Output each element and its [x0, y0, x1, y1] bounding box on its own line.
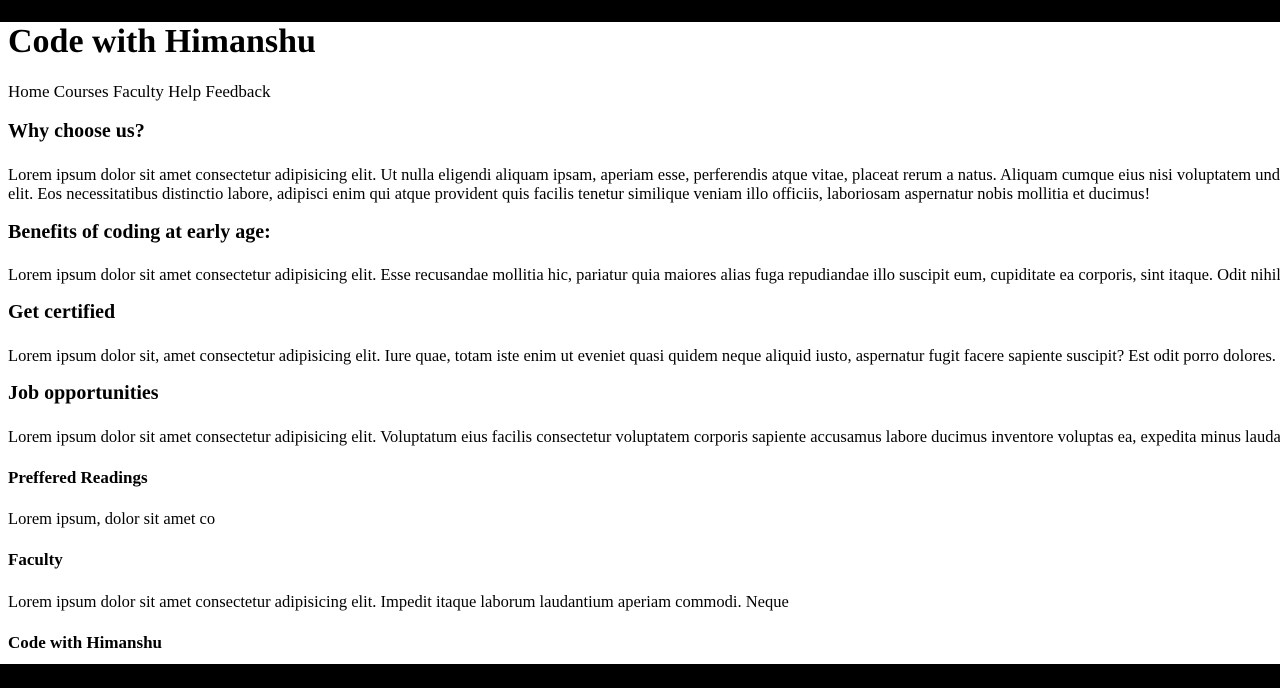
nav-help[interactable]: Help [168, 82, 201, 101]
nav-feedback[interactable]: Feedback [205, 82, 270, 101]
section-text-why-choose-us-line2: elit. Eos necessitatibus distinctio labo… [8, 184, 1151, 203]
footer-text-readings: Lorem ipsum, dolor sit amet co [8, 509, 216, 528]
nav-home[interactable]: Home [8, 82, 50, 101]
section-heading-get-certified: Get certified [8, 301, 116, 323]
section-heading-why-choose-us: Why choose us? [8, 120, 145, 142]
nav-courses[interactable]: Courses [54, 82, 109, 101]
section-heading-job-opportunities: Job opportunities [8, 382, 159, 404]
section-heading-benefits: Benefits of coding at early age: [8, 221, 271, 243]
footer-heading-faculty: Faculty [8, 550, 63, 569]
browser-viewport: Code with Himanshu Home Courses Faculty … [0, 22, 1280, 664]
section-text-why-choose-us-line1: Lorem ipsum dolor sit amet consectetur a… [8, 165, 1280, 184]
main-nav: Home Courses Faculty Help Feedback [8, 82, 271, 102]
footer-heading-brand: Code with Himanshu [8, 633, 162, 652]
section-text-benefits: Lorem ipsum dolor sit amet consectetur a… [8, 265, 1280, 284]
footer-text-faculty: Lorem ipsum dolor sit amet consectetur a… [8, 592, 789, 611]
section-text-get-certified: Lorem ipsum dolor sit, amet consectetur … [8, 346, 1280, 365]
footer-heading-readings: Preffered Readings [8, 468, 148, 487]
site-title: Code with Himanshu [8, 23, 316, 60]
nav-faculty[interactable]: Faculty [113, 82, 164, 101]
section-text-job-opportunities: Lorem ipsum dolor sit amet consectetur a… [8, 427, 1280, 446]
